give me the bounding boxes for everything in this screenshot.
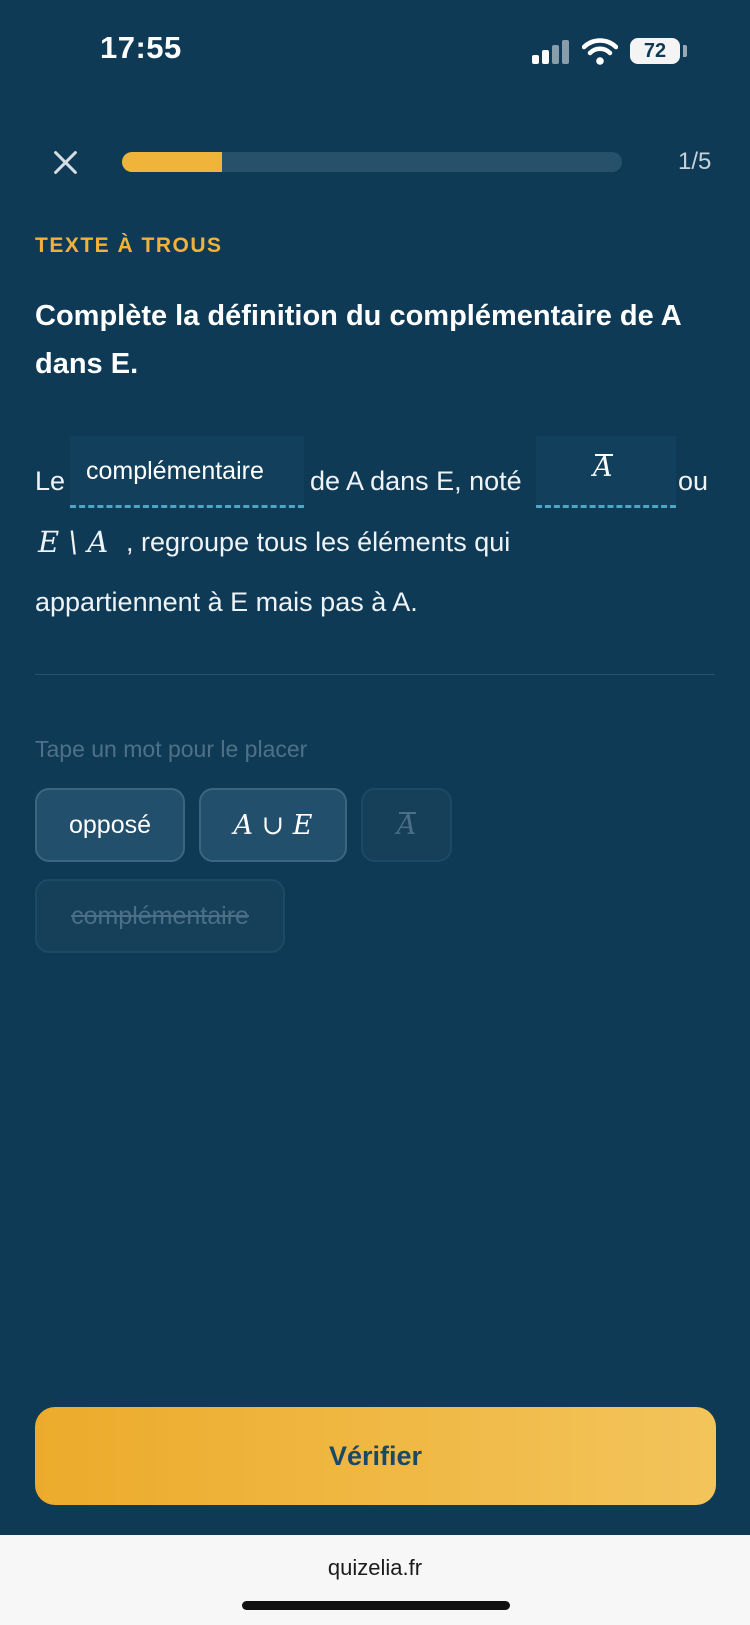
sentence-text-le: Le xyxy=(35,466,66,496)
close-icon[interactable] xyxy=(48,145,84,181)
status-time: 17:55 xyxy=(100,30,182,65)
word-chip-complementaire[interactable]: complémentaire xyxy=(35,879,285,953)
cellular-signal-icon xyxy=(532,40,572,64)
home-indicator[interactable] xyxy=(242,1601,510,1610)
blank-2-answer[interactable]: A xyxy=(593,452,613,483)
divider xyxy=(35,674,715,675)
word-chip-union[interactable]: A ∪ E xyxy=(199,788,347,862)
blank-1-answer[interactable]: complémentaire xyxy=(86,457,264,486)
question-title: Complète la définition du complémentaire… xyxy=(35,300,681,380)
browser-footer: quizelia.fr xyxy=(0,1535,750,1625)
battery-icon: 72 xyxy=(630,38,680,64)
a-bar-symbol: A xyxy=(593,452,613,483)
exercise-type-label: TEXTE À TROUS xyxy=(35,234,223,257)
math-set-difference: E \ A xyxy=(38,525,109,559)
chip-label: A ∪ E xyxy=(233,809,313,841)
battery-level: 72 xyxy=(643,40,667,62)
sentence-text-de-a: de A dans E, noté xyxy=(310,466,522,496)
sentence-text-regroupe: , regroupe tous les éléments qui xyxy=(126,527,511,557)
word-chip-a-bar[interactable]: A xyxy=(361,788,452,862)
chip-label: A xyxy=(396,809,417,841)
wifi-icon xyxy=(582,38,618,65)
chip-label: opposé xyxy=(68,810,152,839)
sentence-text-ou: ou xyxy=(678,466,709,496)
progress-count: 1/5 xyxy=(678,148,712,175)
progress-fill xyxy=(122,152,222,172)
url-label[interactable]: quizelia.fr xyxy=(0,1555,750,1581)
progress-bar xyxy=(122,152,622,172)
chip-label: complémentaire xyxy=(71,901,249,930)
verify-button[interactable]: Vérifier xyxy=(35,1407,716,1505)
sentence-text-appartiennent: appartiennent à E mais pas à A. xyxy=(35,587,418,617)
word-bank-hint: Tape un mot pour le placer xyxy=(35,736,308,762)
word-chip-oppose[interactable]: opposé xyxy=(35,788,185,862)
battery-cap xyxy=(683,45,687,57)
status-bar: 17:55 72 xyxy=(0,0,750,100)
